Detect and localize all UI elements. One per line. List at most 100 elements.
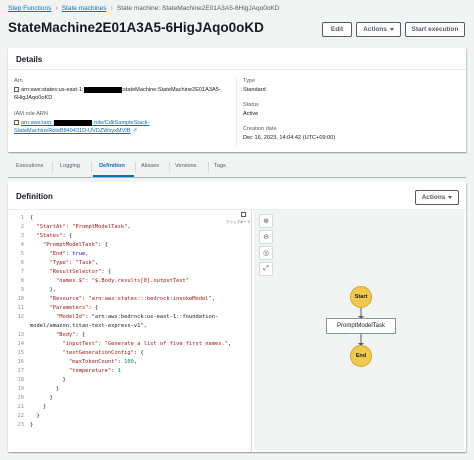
details-heading: Details [8, 48, 466, 70]
edit-button[interactable]: Edit [322, 22, 352, 37]
start-node[interactable]: Start [350, 286, 372, 308]
end-node-label: End [355, 353, 367, 359]
actions-button-label: Actions [363, 26, 387, 33]
breadcrumb-state-machines[interactable]: State machines [62, 5, 107, 12]
copy-icon[interactable] [14, 120, 19, 126]
chevron-right-icon: › [55, 5, 58, 12]
line-number: 23 [17, 422, 25, 428]
caret-down-icon [389, 28, 394, 31]
breadcrumb-current: State machine: StateMachine2E01A3A5-6Hig… [116, 5, 280, 12]
code-text: "ResultSelector": { [49, 269, 112, 275]
tab-divider [91, 162, 92, 172]
status-value: Active [243, 111, 259, 117]
tab-aliases[interactable]: Aliases [141, 163, 159, 169]
line-number: 19 [17, 386, 25, 392]
line-number: 22 [17, 413, 25, 419]
redacted-account [83, 86, 122, 93]
line-number: 12 [17, 314, 25, 320]
task-node[interactable]: PromptModelTask [326, 318, 396, 334]
code-text: model/amazon.titan-text-express-v1", [30, 323, 147, 329]
breadcrumb-step-functions[interactable]: Step Functions [8, 5, 51, 12]
line-number: 15 [17, 350, 25, 356]
iam-line2: StateMachineRoleB840431D-UVDZWsyxMVIB [14, 128, 131, 134]
tab-versions[interactable]: Versions [175, 163, 196, 169]
code-text: "inputText": "Generate a list of five fi… [62, 341, 232, 347]
code-text: } [30, 395, 53, 401]
code-text: "Resource": "arn:aws:states:::bedrock:in… [49, 296, 216, 302]
code-text: "Parameters": { [49, 305, 99, 311]
code-text: "temperature": 1 [68, 368, 121, 374]
zoom-out-icon[interactable]: ⊖ [259, 230, 273, 244]
arn-suffix: :stateMachine:StateMachine2E01A3A5- [121, 87, 221, 93]
code-text: "States": { [36, 233, 73, 239]
line-number: 10 [17, 296, 25, 302]
divider [236, 76, 237, 148]
line-number: 18 [17, 377, 25, 383]
definition-heading: Definition [16, 192, 53, 201]
line-number: 8 [20, 278, 24, 284]
code-text: "textGenerationConfig": { [62, 350, 144, 356]
definition-code-editor[interactable]: クリップボード 1 {2 "StartAt": "PromptModelTask"… [12, 210, 252, 452]
iam-role-link-line2[interactable]: StateMachineRoleB840431D-UVDZWsyxMVIB ↗ [14, 127, 137, 135]
code-text: } [30, 386, 60, 392]
arn-value-line2: 6HigJAqo0oKD [14, 95, 53, 101]
code-text: } [30, 404, 47, 410]
code-text: "Body": { [55, 332, 86, 338]
actions-button[interactable]: Actions [356, 22, 401, 37]
status-label: Status [243, 102, 259, 108]
line-number: 4 [20, 242, 24, 248]
line-number: 13 [17, 332, 25, 338]
tab-tags[interactable]: Tags [214, 163, 226, 169]
tab-divider [52, 162, 53, 172]
iam-prefix: arn:aws:iam:: [21, 120, 55, 126]
code-text: }, [30, 287, 56, 293]
graph-panel[interactable]: Start PromptModelTask End [254, 210, 464, 450]
arn-label: Arn [14, 78, 23, 84]
code-text: "names.$": "$.Body.results[0].outputText… [55, 278, 190, 284]
tab-divider [208, 162, 209, 172]
arn-value: arn:aws:states:us-east-1: :stateMachine:S… [14, 86, 221, 94]
external-link-icon: ↗ [132, 128, 138, 134]
definition-actions-button[interactable]: Actions [415, 190, 459, 205]
copy-icon[interactable] [241, 212, 246, 217]
line-number: 14 [17, 341, 25, 347]
task-node-label: PromptModelTask [336, 323, 386, 329]
edit-button-label: Edit [330, 26, 344, 33]
fit-icon[interactable]: ⤢ [259, 262, 273, 276]
code-text: } [30, 422, 34, 428]
creation-date-label: Creation date [243, 126, 277, 132]
details-card: Details [8, 48, 466, 152]
start-execution-label: Start execution [411, 26, 459, 33]
tab-executions[interactable]: Executions [16, 163, 43, 169]
code-text: "End": true, [49, 251, 89, 257]
iam-role-label: IAM role ARN [14, 111, 48, 117]
center-icon[interactable]: ◎ [259, 246, 273, 260]
tab-definition[interactable]: Definition [99, 163, 125, 169]
start-node-label: Start [354, 294, 368, 300]
line-number: 1 [20, 215, 24, 221]
definition-actions-label: Actions [421, 194, 446, 201]
tab-logging[interactable]: Logging [60, 163, 80, 169]
start-execution-button[interactable]: Start execution [405, 22, 465, 37]
iam-mid: :role/CdkSampleStack- [92, 120, 150, 126]
page-title: StateMachine2E01A3A5-6HigJAqo0oKD [8, 20, 264, 35]
code-text: "PromptModelTask": { [42, 242, 108, 248]
end-node[interactable]: End [350, 345, 372, 367]
code-text: { [30, 215, 34, 221]
copy-icon[interactable] [14, 87, 19, 93]
line-number: 17 [17, 368, 25, 374]
arn-prefix: arn:aws:states:us-east-1: [21, 87, 84, 93]
zoom-in-icon[interactable]: ⊕ [259, 214, 273, 228]
line-number: 5 [20, 251, 24, 257]
line-number: 21 [17, 404, 25, 410]
type-value: Standard [243, 87, 266, 93]
line-number: 6 [20, 260, 24, 266]
line-number: 7 [20, 269, 24, 275]
line-number: 16 [17, 359, 25, 365]
line-number: 9 [20, 287, 24, 293]
active-tab-indicator [93, 175, 134, 177]
line-number: 3 [20, 233, 24, 239]
iam-role-link[interactable]: arn:aws:iam:::role/CdkSampleStack- [14, 119, 149, 127]
code-text: } [30, 377, 66, 383]
creation-date-value: Dec 16, 2023, 14:04:42 (UTC+09:00) [243, 135, 336, 141]
